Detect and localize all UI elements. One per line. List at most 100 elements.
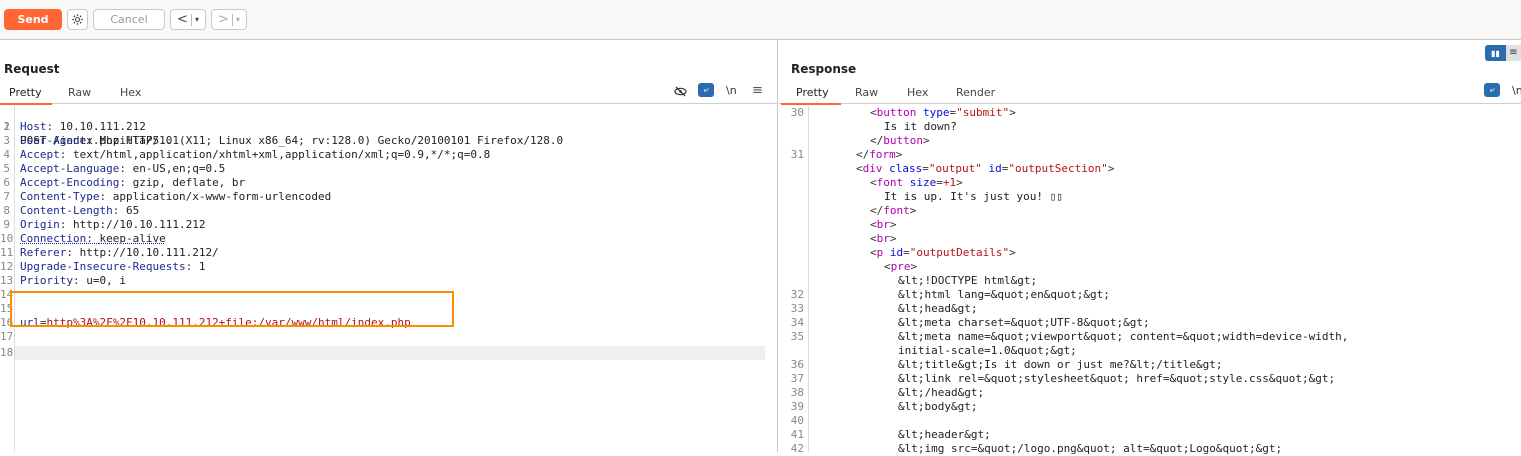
request-panel: Request Pretty Raw Hex ⤶ \n ≡ 1 POST /in… bbox=[0, 40, 778, 452]
header-value: application/x-www-form-urlencoded bbox=[112, 190, 332, 203]
code-line: 35 &lt;meta name=&quot;viewport&quot; con… bbox=[790, 330, 1349, 343]
header-name: Content-Type bbox=[20, 190, 100, 203]
code-line: 40 bbox=[790, 414, 804, 427]
tab-render[interactable]: Render bbox=[956, 86, 995, 103]
code-token: &lt;header&gt; bbox=[898, 428, 991, 441]
header-name: Connection bbox=[20, 232, 87, 245]
eye-off-icon[interactable] bbox=[673, 84, 687, 98]
code-token: &lt;title&gt;Is it down or just me?&lt;/… bbox=[898, 358, 1223, 371]
header-line: 3 User-Agent: Mozilla/5.0 (X11; Linux x86… bbox=[3, 134, 564, 147]
split-view-icon[interactable]: ▮▮ bbox=[1485, 45, 1506, 61]
code-line: 36 &lt;title&gt;Is it down or just me?&lt… bbox=[790, 358, 1223, 371]
code-line: <p id="outputDetails"> bbox=[779, 246, 1521, 260]
header-name: Priority bbox=[20, 274, 73, 287]
code-token: br bbox=[876, 218, 890, 231]
code-token: "submit" bbox=[956, 106, 1010, 119]
code-token: < bbox=[856, 162, 863, 175]
code-token: </ bbox=[870, 134, 884, 147]
code-line: 37 &lt;link rel=&quot;stylesheet&quot; hr… bbox=[790, 372, 1336, 385]
forward-icon: > bbox=[218, 12, 229, 27]
code-token: > bbox=[1009, 106, 1016, 119]
code-line: </font> bbox=[779, 204, 1521, 218]
code-line: 41 &lt;header&gt; bbox=[790, 428, 991, 441]
code-line: 42 &lt;img src=&quot;/logo.png&quot; alt=… bbox=[790, 442, 1283, 455]
code-token: < bbox=[870, 218, 877, 231]
code-token: id bbox=[981, 162, 1002, 175]
code-line: 31 </form> bbox=[790, 148, 903, 161]
send-button[interactable]: Send bbox=[4, 9, 62, 30]
code-token: < bbox=[870, 232, 877, 245]
code-token: > bbox=[956, 176, 963, 189]
code-token: "output" bbox=[928, 162, 982, 175]
header-value: 65 bbox=[125, 204, 140, 217]
header-line: 13 Priority: u=0, i bbox=[0, 274, 126, 287]
menu-icon[interactable]: ≡ bbox=[752, 83, 763, 98]
header-name: Upgrade-Insecure-Requests bbox=[20, 260, 186, 273]
chevron-down-icon[interactable]: ▾ bbox=[195, 15, 199, 24]
tab-hex[interactable]: Hex bbox=[120, 86, 141, 103]
code-token: pre bbox=[890, 260, 911, 273]
header-line: 12 Upgrade-Insecure-Requests: 1 bbox=[0, 260, 206, 273]
code-line: <div class="output" id="outputSection"> bbox=[779, 162, 1521, 176]
code-token: = bbox=[936, 176, 943, 189]
header-line: 8 Content-Length: 65 bbox=[3, 204, 140, 217]
code-token: "outputSection" bbox=[1008, 162, 1108, 175]
code-line: 33 &lt;head&gt; bbox=[790, 302, 978, 315]
code-line: 32 &lt;html lang=&quot;en&quot;&gt; bbox=[790, 288, 1110, 301]
code-token: type bbox=[916, 106, 950, 119]
header-value: gzip, deflate, br bbox=[132, 176, 246, 189]
tab-hex[interactable]: Hex bbox=[907, 86, 928, 103]
header-line: 6 Accept-Encoding: gzip, deflate, br bbox=[3, 176, 246, 189]
code-token: &lt;html lang=&quot;en&quot;&gt; bbox=[898, 288, 1110, 301]
code-token: class bbox=[882, 162, 923, 175]
back-icon: < bbox=[177, 12, 188, 27]
header-value: http://10.10.111.212 bbox=[73, 218, 206, 231]
back-button[interactable]: < ▾ bbox=[170, 9, 206, 30]
layout-toggle[interactable]: ▮▮ ≡ bbox=[1485, 45, 1521, 61]
request-editor[interactable]: 1 POST /index.php HTTP/1.1 2 Host: 10.10.… bbox=[0, 106, 777, 452]
tab-raw[interactable]: Raw bbox=[855, 86, 878, 103]
tab-pretty[interactable]: Pretty bbox=[781, 86, 841, 105]
code-token: &lt;head&gt; bbox=[898, 302, 978, 315]
header-value: http://10.10.111.212/ bbox=[79, 246, 219, 259]
code-token: It is up. It's just you! ▯▯ bbox=[884, 190, 1063, 203]
code-token: &lt;meta charset=&quot;UTF-8&quot;&gt; bbox=[898, 316, 1150, 329]
header-name: User-Agent bbox=[20, 134, 87, 147]
code-line: 38 &lt;/head&gt; bbox=[790, 386, 985, 399]
code-token: &lt;!DOCTYPE html&gt; bbox=[898, 274, 1038, 287]
code-line: <pre> bbox=[779, 260, 1521, 274]
stacked-view-icon[interactable]: ≡ bbox=[1506, 45, 1521, 61]
code-token: "outputDetails" bbox=[909, 246, 1010, 259]
wrap-icon[interactable]: ⤶ bbox=[1484, 83, 1500, 97]
newline-toggle[interactable]: \n bbox=[1512, 84, 1521, 97]
code-token: div bbox=[862, 162, 883, 175]
code-token: > bbox=[923, 134, 930, 147]
header-value: u=0, i bbox=[86, 274, 126, 287]
newline-toggle[interactable]: \n bbox=[726, 84, 737, 97]
chevron-down-icon[interactable]: ▾ bbox=[236, 15, 240, 24]
code-token: &lt;link rel=&quot;stylesheet&quot; href… bbox=[898, 372, 1336, 385]
response-editor[interactable]: 30 <button type="submit"> Is it down? </but… bbox=[779, 106, 1521, 455]
code-token: button bbox=[876, 106, 917, 119]
header-name: Referer bbox=[20, 246, 67, 259]
cancel-button[interactable]: Cancel bbox=[93, 9, 165, 30]
code-token: > bbox=[909, 204, 917, 217]
header-line: 5 Accept-Language: en-US,en;q=0.5 bbox=[3, 162, 226, 175]
settings-button[interactable] bbox=[67, 9, 88, 30]
gear-icon bbox=[72, 14, 83, 25]
code-token: id bbox=[883, 246, 904, 259]
highlight-box bbox=[10, 291, 454, 327]
forward-button[interactable]: > ▾ bbox=[211, 9, 247, 30]
code-token: > bbox=[1107, 162, 1115, 175]
code-token: &lt;img src=&quot;/logo.png&quot; alt=&q… bbox=[898, 442, 1283, 455]
code-line: Is it down? bbox=[779, 120, 1521, 134]
wrap-icon[interactable]: ⤶ bbox=[698, 83, 714, 97]
tab-pretty[interactable]: Pretty bbox=[0, 86, 52, 105]
header-name: Content-Length bbox=[20, 204, 113, 217]
code-token: br bbox=[876, 232, 890, 245]
code-line: </button> bbox=[779, 134, 1521, 148]
header-line: 4 Accept: text/html,application/xhtml+xml… bbox=[3, 148, 491, 161]
header-name: Accept-Encoding bbox=[20, 176, 120, 189]
code-line: <font size=+1> bbox=[779, 176, 1521, 190]
tab-raw[interactable]: Raw bbox=[68, 86, 91, 103]
